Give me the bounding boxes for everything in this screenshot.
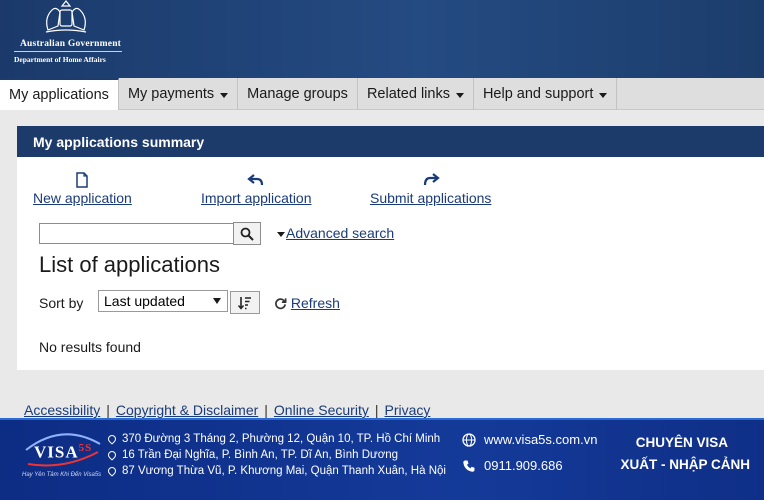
website-text: www.visa5s.com.vn [484,432,598,447]
refresh-link[interactable]: Refresh [274,295,340,311]
address-line: 16 Trần Đại Nghĩa, P. Bình An, TP. Dĩ An… [106,449,398,461]
advanced-search-label: Advanced search [286,225,395,241]
refresh-icon [275,298,287,310]
logo-tagline: Hay Yên Tâm Khi Đến Visa5s [22,472,102,478]
import-arrow-icon [247,174,264,186]
address-line: 370 Đường 3 Tháng 2, Phường 12, Quận 10,… [106,433,440,445]
sort-selected-value: Last updated [104,293,185,309]
nav-help-and-support[interactable]: Help and support [474,78,618,110]
promo-banner: VISA5S Hay Yên Tâm Khi Đến Visa5s 370 Đư… [0,418,764,500]
footer-link-copyright[interactable]: Copyright & Disclaimer [116,402,258,418]
phone-contact[interactable]: 0911.909.686 [462,458,563,473]
website-contact[interactable]: www.visa5s.com.vn [462,432,597,447]
site-header: Australian Government Department of Home… [0,0,764,78]
list-title: List of applications [39,252,220,277]
nav-label: Help and support [482,86,594,102]
phone-icon [463,460,475,472]
advanced-search-link[interactable]: Advanced search [277,225,394,241]
action-label: New application [33,190,132,206]
footer-link-privacy[interactable]: Privacy [384,402,430,418]
nav-label: My applications [9,87,109,103]
nav-label: Related links [366,86,450,102]
phone-text: 0911.909.686 [484,458,563,473]
caret-down-icon [455,92,464,98]
caret-down-icon [213,298,221,304]
caret-down-icon [220,92,229,98]
promo-line-2: XUẤT - NHẬP CẢNH [620,457,750,472]
search-icon [240,227,254,241]
action-label: Import application [201,190,312,206]
caret-down-icon [599,92,608,98]
logo-text: VISA5S [34,442,93,462]
submit-applications-link[interactable]: Submit applications [370,170,491,206]
refresh-label: Refresh [290,295,340,311]
new-application-link[interactable]: New application [33,170,132,206]
promo-line-1: CHUYÊN VISA [635,435,728,450]
sort-select[interactable]: Last updated [98,290,228,312]
location-pin-icon [106,433,118,445]
submit-arrow-icon [423,173,440,186]
nav-my-applications[interactable]: My applications [0,78,119,110]
nav-label: Manage groups [247,86,348,102]
import-application-link[interactable]: Import application [201,170,312,206]
location-pin-icon [106,449,118,461]
panel-title: My applications summary [17,126,764,157]
footer-link-online-security[interactable]: Online Security [274,402,369,418]
visa5s-logo: VISA5S Hay Yên Tâm Khi Đến Visa5s [22,428,104,490]
search-button[interactable] [233,222,261,245]
nav-manage-groups[interactable]: Manage groups [238,78,358,110]
action-label: Submit applications [370,190,492,206]
globe-icon [462,432,476,447]
footer-link-accessibility[interactable]: Accessibility [24,402,100,418]
applications-summary-panel: My applications summary New application … [17,126,764,370]
coat-of-arms-icon [45,0,87,33]
gov-title: Australian Government [20,39,122,49]
department-title: Department of Home Affairs [14,55,106,64]
nav-my-payments[interactable]: My payments [119,78,239,110]
location-pin-icon [106,465,118,477]
document-icon [76,172,89,188]
address-line: 87 Vương Thừa Vũ, P. Khương Mai, Quận Th… [106,465,446,477]
header-divider [14,51,122,52]
sort-direction-button[interactable] [230,291,260,314]
caret-down-icon [277,231,285,237]
empty-state-message: No results found [39,339,141,355]
nav-related-links[interactable]: Related links [358,78,474,110]
nav-label: My payments [127,86,215,102]
main-nav: My applications My payments Manage group… [0,78,764,110]
sort-label: Sort by [39,295,84,311]
search-input[interactable] [39,223,235,244]
footer-links: Accessibility | Copyright & Disclaimer | Onl… [24,402,431,418]
sort-descending-icon [237,296,251,310]
